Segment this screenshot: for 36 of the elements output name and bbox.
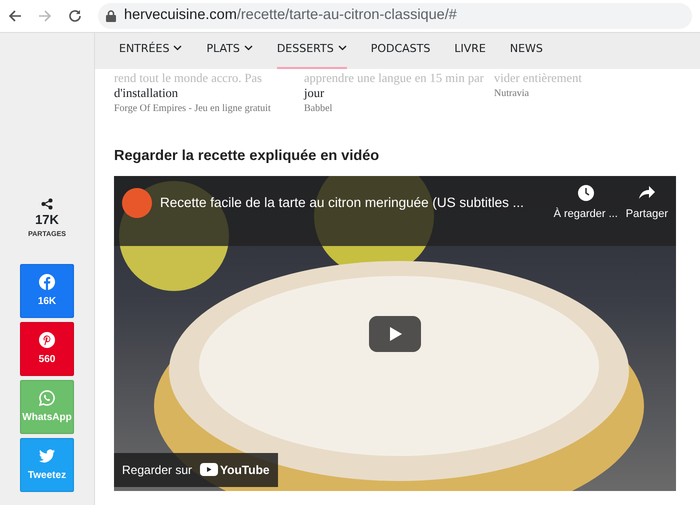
clock-icon (576, 184, 595, 202)
pinterest-share-button[interactable]: 560 (20, 322, 74, 376)
pinterest-icon (39, 332, 55, 348)
url-text: hervecuisine.com/recette/tarte-au-citron-classique/# (124, 6, 457, 26)
share-count: 17K (35, 211, 59, 229)
share-button[interactable]: Partager (626, 184, 668, 222)
ad-title[interactable]: jour (304, 86, 486, 101)
ad-teaser-text: apprendre une langue en 15 min par (304, 71, 485, 86)
watch-later-button[interactable]: À regarder ... (554, 184, 618, 222)
nav-link[interactable]: NEWS (510, 41, 543, 69)
nav-link[interactable]: PODCASTS (370, 41, 430, 69)
ad-teaser-text: vider entièrement (494, 71, 583, 86)
reload-icon[interactable] (68, 9, 82, 23)
watch-on-youtube-button[interactable]: Regarder sur YouTube (114, 452, 278, 487)
nav-link[interactable]: PLATS (206, 41, 253, 69)
facebook-share-button[interactable]: 16K (20, 264, 74, 318)
video-title[interactable]: Recette facile de la tarte au citron meringuée (US subtitles ... (160, 192, 546, 214)
ad-source[interactable]: Forge Of Empires - Jeu en ligne gratuit (114, 101, 296, 116)
video-player[interactable]: Recette facile de la tarte au citron meringuée (US subtitles ... À regarder ... Partager Regarder sur YouTube (114, 176, 676, 491)
address-bar[interactable]: hervecuisine.com/recette/tarte-au-citron-classique/# (98, 3, 692, 29)
nav-link[interactable]: ENTRÉES (119, 41, 182, 69)
twitter-icon (39, 448, 55, 464)
share-icon (40, 198, 53, 210)
ad-title[interactable]: d'installation (114, 86, 296, 101)
nav-link[interactable]: LIVRE (454, 41, 486, 69)
whatsapp-icon (39, 390, 55, 406)
facebook-icon (39, 274, 55, 290)
lock-icon (106, 10, 116, 22)
ad-teaser-text: rend tout le monde accro. Pas (114, 71, 263, 86)
ad-source[interactable]: Babbel (304, 101, 486, 116)
nav-link[interactable]: DESSERTS (276, 41, 347, 69)
play-logo-icon (200, 463, 218, 476)
ad-source[interactable]: Nutravia (494, 86, 676, 101)
back-icon[interactable] (8, 9, 22, 23)
play-button[interactable] (369, 316, 421, 352)
section-heading: Regarder la recette expliquée en vidéo (114, 147, 380, 166)
